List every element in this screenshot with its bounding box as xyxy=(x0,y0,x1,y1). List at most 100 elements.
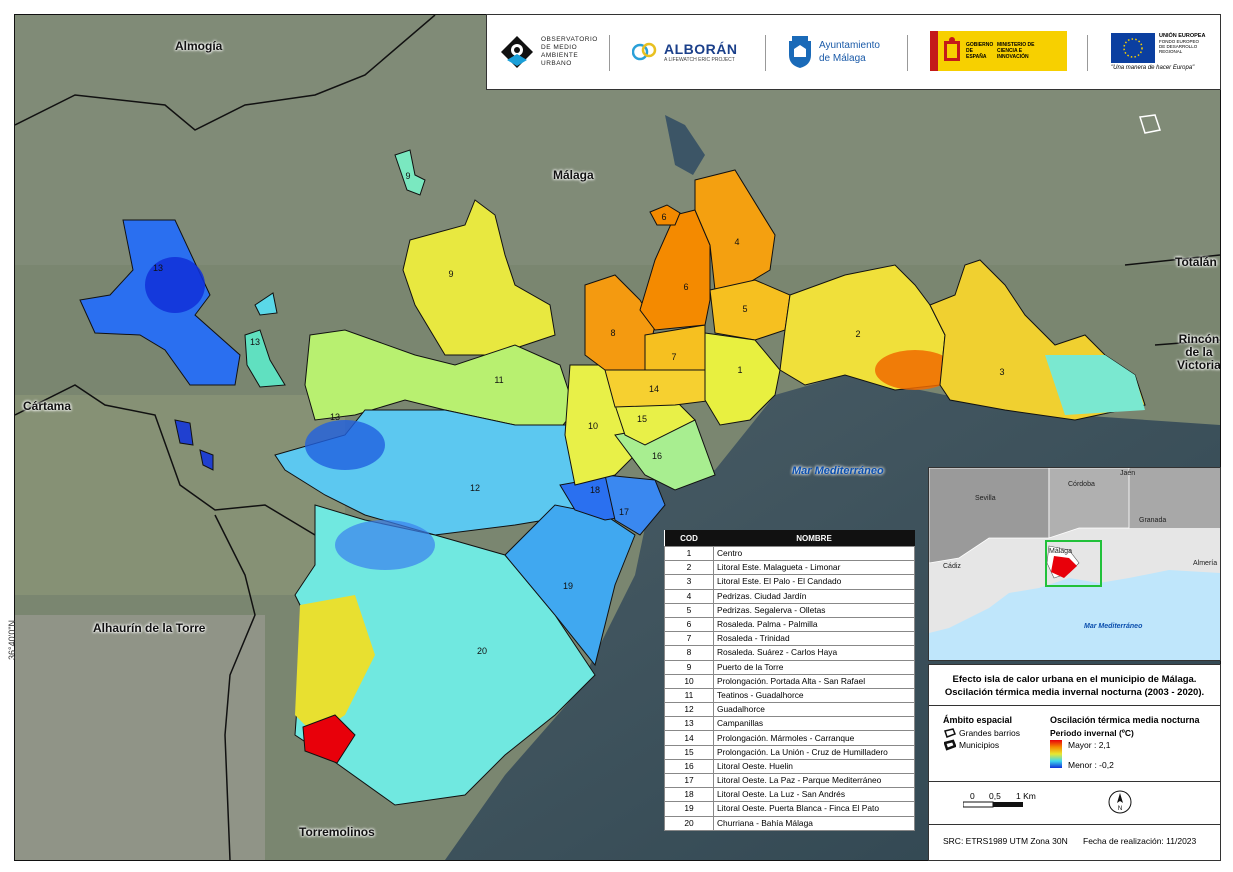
zone-label: 13 xyxy=(153,263,163,273)
src-label: SRC: ETRS1989 UTM Zona 30N xyxy=(943,836,1068,846)
cell-nombre: Rosaleda. Palma - Palmilla xyxy=(713,616,915,633)
divider xyxy=(929,781,1220,782)
cell-nombre: Litoral Oeste. Puerta Blanca - Finca El … xyxy=(713,801,915,817)
cell-cod: 19 xyxy=(664,801,714,817)
zone-14[interactable] xyxy=(604,369,716,408)
north-arrow-icon: N xyxy=(1108,790,1132,814)
scale-bar xyxy=(963,801,1023,808)
alboran-subtitle: A LIFEWATCH ERIC PROJECT xyxy=(664,57,735,63)
cell-cod: 20 xyxy=(664,815,714,831)
table-row: 14 Prolongación. Mármoles - Carranque xyxy=(664,730,915,746)
inset-city: Córdoba xyxy=(1068,481,1095,488)
logo-ayuntamiento: Ayuntamiento de Málaga xyxy=(787,25,880,79)
map-title-line-2: Oscilación térmica media invernal noctur… xyxy=(944,687,1205,698)
cell-nombre: Litoral Oeste. La Paz - Parque Mediterrá… xyxy=(713,772,915,789)
inset-sea: Mar Mediterráneo xyxy=(1084,623,1143,630)
logo-gobierno: GOBIERNO DE ESPAÑA MINISTERIO DE CIENCIA… xyxy=(930,31,1067,71)
table-row: 7 Rosaleda - Trinidad xyxy=(664,631,915,647)
cell-cod: 10 xyxy=(664,673,714,689)
table-row: 17 Litoral Oeste. La Paz - Parque Mediter… xyxy=(664,772,915,789)
place-malaga: Málaga xyxy=(553,168,594,182)
coat-of-arms-icon xyxy=(944,37,960,61)
table-row: 4 Pedrizas. Ciudad Jardín xyxy=(664,588,915,604)
cell-cod: 18 xyxy=(664,787,714,803)
malaga-shield-icon xyxy=(789,36,811,68)
column-header-nombre: NOMBRE xyxy=(713,530,915,547)
zone-label: 15 xyxy=(637,414,647,424)
ue-fund: FONDO EUROPEO DE DESARROLLO REGIONAL xyxy=(1159,39,1200,54)
cell-cod: 6 xyxy=(664,616,714,633)
legend-menor: Menor : -0,2 xyxy=(1068,760,1114,770)
inset-city: Málaga xyxy=(1049,548,1072,555)
zone-label: 12 xyxy=(470,483,480,493)
separator xyxy=(765,35,766,71)
observatorio-icon xyxy=(501,36,533,68)
scale-label-half: 0,5 xyxy=(989,791,1001,801)
table-row: 8 Rosaleda. Suárez - Carlos Haya xyxy=(664,645,915,661)
separator xyxy=(1087,35,1088,71)
cell-cod: 17 xyxy=(664,772,714,789)
scale-label-km: 1 Km xyxy=(1016,791,1036,801)
zone-label: 9 xyxy=(448,269,453,279)
cell-cod: 12 xyxy=(664,702,714,718)
table-row: 16 Litoral Oeste. Huelin xyxy=(664,758,915,775)
place-totalan: Totalán xyxy=(1175,255,1217,269)
cell-nombre: Centro xyxy=(713,545,915,562)
place-torremolinos: Torremolinos xyxy=(299,825,375,839)
logos-bar: OBSERVATORIO DE MEDIO AMBIENTE URBANO AL… xyxy=(486,14,1221,90)
divider xyxy=(929,824,1220,825)
inset-city: Sevilla xyxy=(975,495,996,502)
place-alhaurin: Alhaurín de la Torre xyxy=(93,621,206,635)
cell-cod: 9 xyxy=(664,659,714,675)
inset-city: Jaén xyxy=(1120,470,1136,477)
cell-nombre: Puerto de la Torre xyxy=(713,659,915,675)
zone-label: 13 xyxy=(330,412,340,422)
table-row: 15 Prolongación. La Unión - Cruz de Humil… xyxy=(664,744,915,760)
eu-flag-icon xyxy=(1111,33,1155,63)
zone-label: 10 xyxy=(588,421,598,431)
zone-label: 6 xyxy=(661,212,666,222)
cell-nombre: Litoral Oeste. Huelin xyxy=(713,758,915,775)
table-row: 5 Pedrizas. Segalerva - Olletas xyxy=(664,602,915,618)
zone-label: 14 xyxy=(649,384,659,394)
zone-label: 8 xyxy=(610,328,615,338)
cell-nombre: Litoral Este. Malagueta - Limonar xyxy=(713,560,915,576)
zone-label: 6 xyxy=(683,282,688,292)
logo-alboran: ALBORÁN A LIFEWATCH ERIC PROJECT xyxy=(632,25,738,79)
cell-nombre: Prolongación. Mármoles - Carranque xyxy=(713,730,915,746)
zone-label: 18 xyxy=(590,485,600,495)
table-row: 6 Rosaleda. Palma - Palmilla xyxy=(664,616,915,633)
zone-label: 9 xyxy=(405,171,410,181)
cell-nombre: Rosaleda. Suárez - Carlos Haya xyxy=(713,645,915,661)
separator xyxy=(609,35,610,71)
urban-area xyxy=(15,615,265,860)
cell-cod: 5 xyxy=(664,602,714,618)
separator xyxy=(907,35,908,71)
place-rincon: Rincón de la Victoria xyxy=(1177,333,1221,372)
table-row: 18 Litoral Oeste. La Luz - San Andrés xyxy=(664,787,915,803)
cell-cod: 4 xyxy=(664,588,714,604)
cell-cod: 11 xyxy=(664,687,714,704)
ayuntamiento-line-1: Ayuntamiento xyxy=(819,40,880,51)
inset-map: Córdoba Jaén Sevilla Granada Cádiz Málag… xyxy=(928,467,1221,661)
cell-cod: 2 xyxy=(664,560,714,576)
map-title-line-1: Efecto isla de calor urbana en el munici… xyxy=(952,674,1197,685)
inset-svg xyxy=(929,468,1220,633)
table-row: 11 Teatinos - Guadalhorce xyxy=(664,687,915,704)
cell-nombre: Teatinos - Guadalhorce xyxy=(713,687,915,704)
flag-stripe xyxy=(930,31,938,71)
inset-city: Almería xyxy=(1193,560,1218,567)
column-header-cod: COD xyxy=(664,530,714,547)
table-row: 13 Campanillas xyxy=(664,716,915,732)
gobierno-text: GOBIERNO DE ESPAÑA xyxy=(966,42,994,60)
district-table: COD NOMBRE 1 Centro 2 Litoral Este. Malagu… xyxy=(664,530,915,831)
cell-nombre: Churriana - Bahía Málaga xyxy=(713,815,915,831)
cell-nombre: Litoral Oeste. La Luz - San Andrés xyxy=(713,787,915,803)
table-row: 2 Litoral Este. Malagueta - Limonar xyxy=(664,560,915,576)
legend-osc-title: Oscilación térmica media nocturna xyxy=(1050,715,1200,725)
observatorio-text: OBSERVATORIO DE MEDIO AMBIENTE URBANO xyxy=(541,36,598,67)
scale-label-0: 0 xyxy=(970,791,975,801)
ayuntamiento-line-2: de Málaga xyxy=(819,53,866,64)
cell-nombre: Campanillas xyxy=(713,716,915,732)
place-rincon-line-3: Victoria xyxy=(1177,358,1221,372)
